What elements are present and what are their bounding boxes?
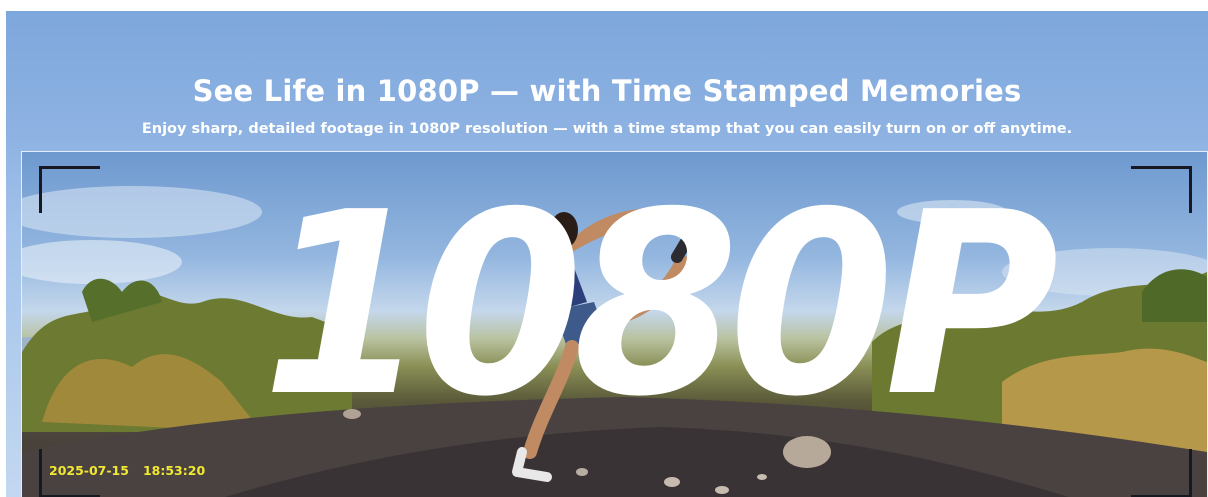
corner-mark-top-right <box>1131 166 1192 213</box>
time-stamp-date: 2025-07-15 <box>49 463 129 478</box>
corner-mark-bottom-right <box>1131 449 1192 497</box>
sample-photo: 1080P 2025-07-15 18:53:20 <box>21 151 1208 497</box>
hero-headline: See Life in 1080P — with Time Stamped Me… <box>192 74 1022 108</box>
corner-mark-top-left <box>39 166 100 213</box>
time-stamp: 2025-07-15 18:53:20 <box>49 463 205 479</box>
hero-banner: See Life in 1080P — with Time Stamped Me… <box>6 11 1208 497</box>
time-stamp-time: 18:53:20 <box>142 463 206 478</box>
hero-subline: Enjoy sharp, detailed footage in 1080P r… <box>141 121 1073 137</box>
resolution-overlay-text: 1080P <box>262 158 1059 453</box>
